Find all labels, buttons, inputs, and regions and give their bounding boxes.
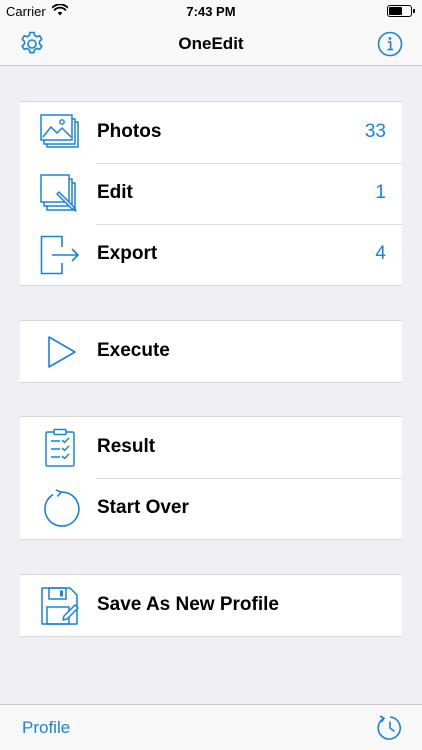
save-icon: [41, 587, 79, 625]
status-time: 7:43 PM: [186, 4, 236, 19]
execute-label: Execute: [97, 340, 170, 361]
history-icon[interactable]: [376, 714, 404, 742]
info-icon[interactable]: [376, 30, 404, 58]
execute-row[interactable]: Execute: [20, 321, 402, 382]
profile-button[interactable]: Profile: [22, 718, 70, 738]
photos-count: 33: [364, 121, 386, 142]
play-icon: [48, 336, 76, 368]
navigation-bar: OneEdit: [0, 22, 422, 66]
page-title: OneEdit: [178, 34, 244, 53]
export-icon: [40, 235, 79, 275]
export-label: Export: [97, 243, 158, 264]
export-count: 4: [375, 243, 386, 264]
start-over-label: Start Over: [97, 497, 189, 518]
refresh-icon: [44, 489, 80, 527]
photos-icon: [40, 114, 79, 148]
edit-row[interactable]: Edit 1: [20, 163, 402, 224]
edit-label: Edit: [97, 182, 133, 203]
result-label: Result: [97, 436, 156, 457]
save-as-new-profile-row[interactable]: Save As New Profile: [20, 575, 402, 636]
battery-icon: [387, 5, 415, 17]
save-as-new-profile-label: Save As New Profile: [97, 594, 279, 615]
menu-group-sources: Photos 33 Edit 1 Export 4: [20, 101, 402, 286]
result-row[interactable]: Result: [20, 417, 402, 478]
start-over-row[interactable]: Start Over: [20, 478, 402, 539]
status-bar: Carrier 7:43 PM: [0, 0, 422, 22]
edit-count: 1: [375, 182, 386, 203]
photos-label: Photos: [97, 121, 162, 142]
bottom-toolbar: Profile: [0, 704, 422, 750]
menu-group-result: Result Start Over: [20, 416, 402, 540]
menu-group-save: Save As New Profile: [20, 574, 402, 637]
export-row[interactable]: Export 4: [20, 224, 402, 285]
clipboard-check-icon: [45, 428, 75, 467]
menu-group-execute: Execute: [20, 320, 402, 383]
edit-icon: [40, 174, 77, 212]
photos-row[interactable]: Photos 33: [20, 102, 402, 163]
